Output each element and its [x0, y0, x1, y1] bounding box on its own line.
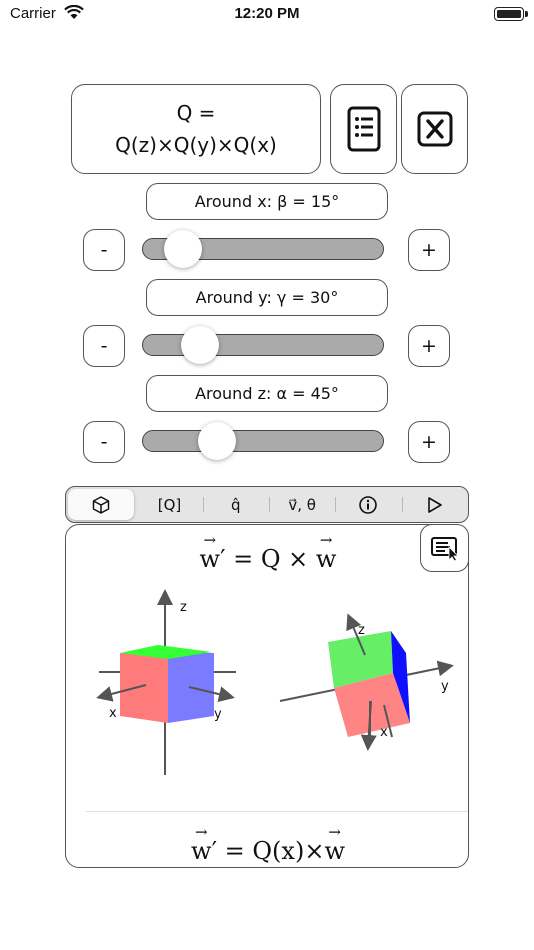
list-button[interactable]	[330, 84, 397, 174]
tab-matrix[interactable]: [Q]	[136, 487, 202, 522]
angle-x-label[interactable]: Around x: β = 15°	[146, 183, 388, 220]
bottom-equation: w′ = Q(x)×w	[66, 823, 468, 865]
formula-line-1: Q =	[176, 101, 216, 125]
explanation-button[interactable]	[420, 524, 469, 572]
tab-quaternion[interactable]: q̂	[202, 487, 269, 522]
status-time: 12:20 PM	[234, 5, 300, 22]
angle-z-label[interactable]: Around z: α = 45°	[146, 375, 388, 412]
decrease-y-button[interactable]: -	[83, 325, 125, 367]
close-box-icon	[417, 111, 452, 147]
cube-visualization: z x y z x y	[96, 589, 454, 775]
reset-button[interactable]	[401, 84, 468, 174]
info-icon	[359, 495, 378, 514]
rotated-cube: z x y	[279, 613, 454, 751]
increase-x-button[interactable]: +	[408, 229, 450, 271]
tab-axis-angle[interactable]: v⃗, θ	[268, 487, 335, 522]
decrease-z-button[interactable]: -	[83, 421, 125, 463]
x-axis-label-right: x	[380, 725, 388, 740]
increase-z-button[interactable]: +	[408, 421, 450, 463]
increase-y-button[interactable]: +	[408, 325, 450, 367]
tab-matrix-label: [Q]	[157, 495, 182, 514]
slider-y-thumb[interactable]	[181, 326, 219, 364]
slider-x-thumb[interactable]	[164, 230, 202, 268]
z-axis-label-right: z	[358, 623, 365, 638]
y-axis-label-left: y	[214, 707, 222, 722]
original-cube: z x y	[96, 589, 236, 775]
status-bar: Carrier 12:20 PM	[0, 0, 534, 30]
tab-quaternion-label: q̂	[231, 495, 241, 514]
cube-icon	[92, 495, 110, 514]
quaternion-formula: Q = Q(z)×Q(y)×Q(x)	[71, 84, 321, 174]
text-pointer-icon	[430, 537, 459, 561]
document-list-icon	[347, 106, 380, 152]
tab-play[interactable]	[401, 487, 468, 522]
slider-z[interactable]	[142, 422, 384, 460]
tab-cube[interactable]	[68, 489, 135, 520]
tab-info[interactable]	[335, 487, 401, 522]
z-axis-label-left: z	[180, 600, 187, 615]
battery-icon	[494, 7, 528, 21]
x-axis-label-left: x	[109, 706, 117, 721]
tab-axis-angle-label: v⃗, θ	[288, 495, 316, 514]
slider-x[interactable]	[142, 230, 384, 268]
decrease-x-button[interactable]: -	[83, 229, 125, 271]
angle-y-label[interactable]: Around y: γ = 30°	[146, 279, 388, 316]
panel-divider	[86, 811, 468, 812]
y-axis-label-right: y	[441, 679, 449, 694]
play-icon	[427, 496, 442, 513]
rotation-panel: w′ = Q × w z x y	[65, 524, 469, 868]
slider-y[interactable]	[142, 326, 384, 364]
view-toolbar: [Q] q̂ v⃗, θ	[65, 486, 469, 523]
formula-line-2: Q(z)×Q(y)×Q(x)	[115, 133, 277, 157]
slider-z-thumb[interactable]	[198, 422, 236, 460]
